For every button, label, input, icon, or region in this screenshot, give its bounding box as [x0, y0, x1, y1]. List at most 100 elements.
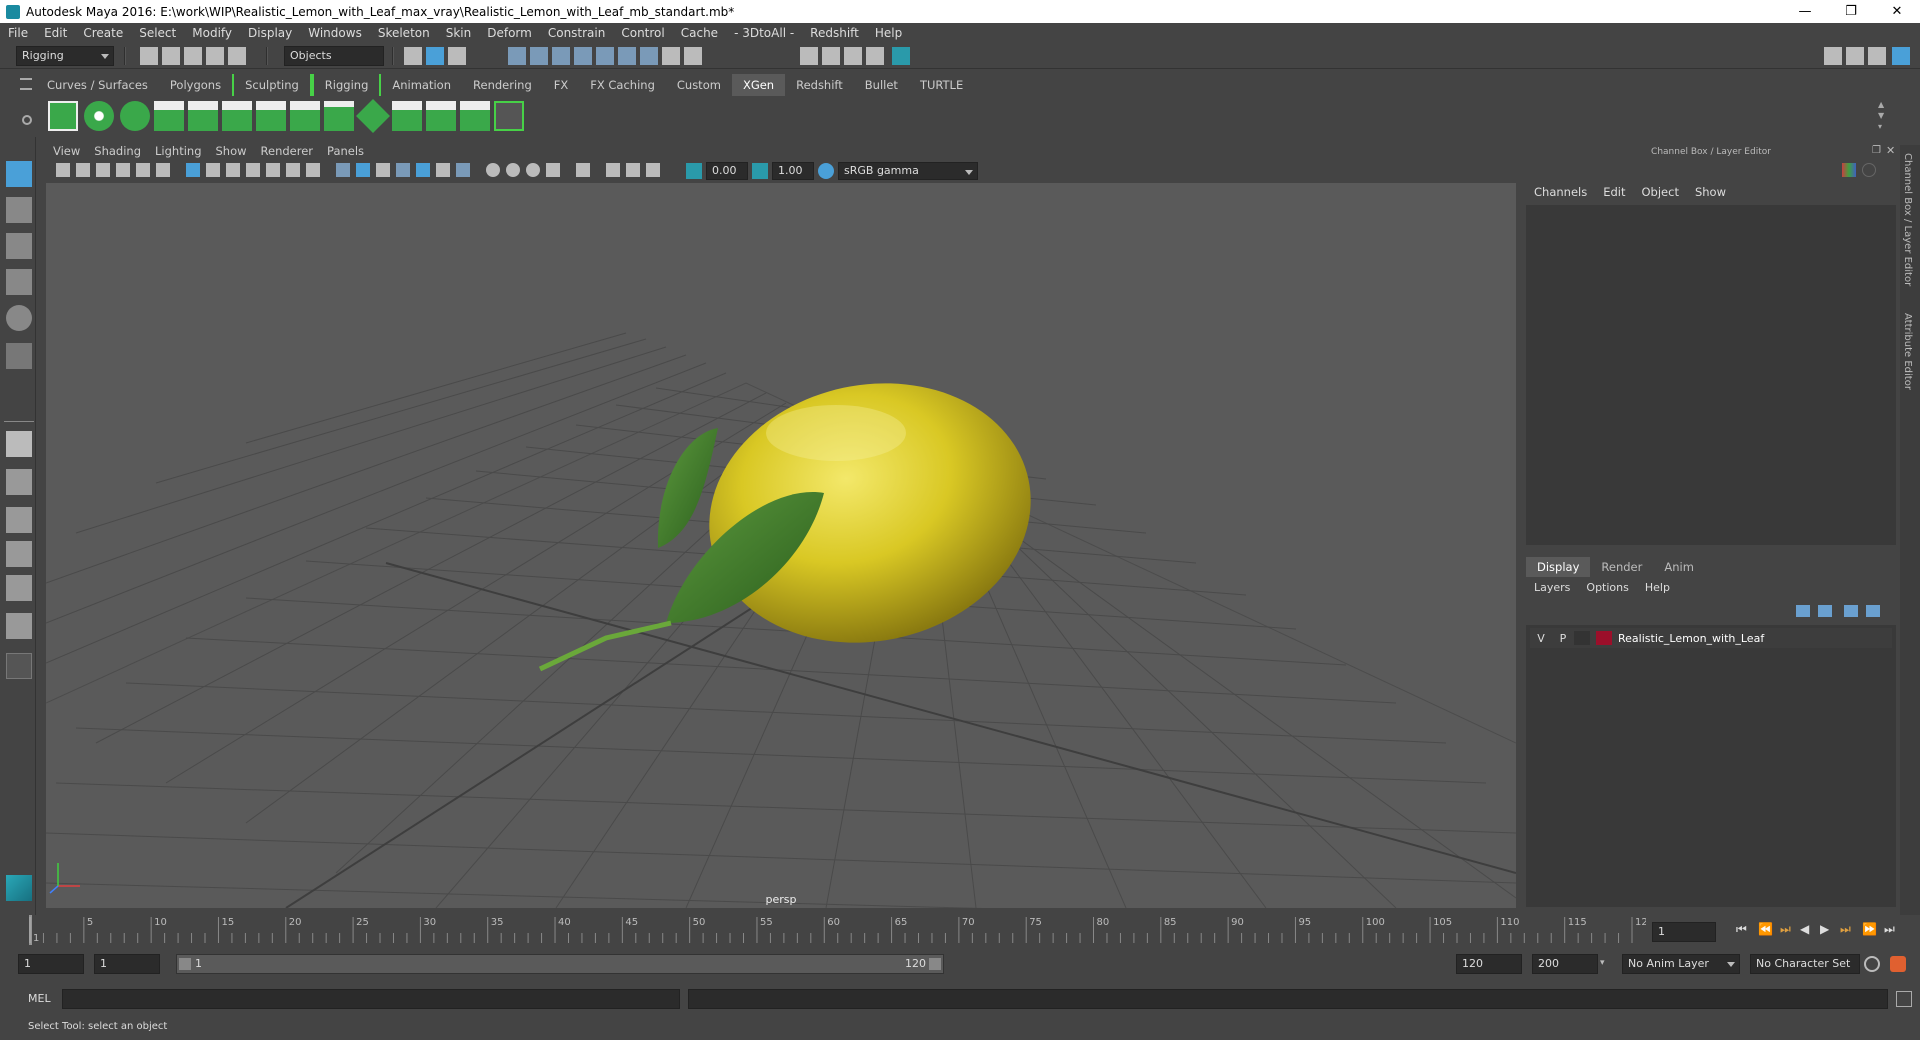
ipr-render-icon[interactable] [844, 47, 862, 65]
fan-icon[interactable] [460, 101, 490, 131]
layer-playback-toggle[interactable]: P [1552, 632, 1574, 645]
shelf-tab-turtle[interactable]: TURTLE [909, 74, 974, 96]
outliner-layout-icon[interactable] [6, 613, 32, 639]
time-slider[interactable]: 1 5 10 15 20 25 30 35 40 45 50 55 60 65 70 75 80 85 90 95 10… [26, 915, 1646, 945]
menu-set-dropdown[interactable]: Rigging [16, 46, 114, 66]
shelf-scroll-icon[interactable]: ▲ ▼ ▾ [1878, 99, 1888, 133]
menu-select[interactable]: Select [131, 26, 184, 40]
shelf-tab-rigging[interactable]: Rigging [311, 74, 382, 96]
move-tool-icon[interactable] [6, 269, 32, 295]
current-time-marker[interactable] [29, 915, 32, 945]
guide-to-curve-icon[interactable] [324, 101, 354, 131]
move-layer-up-icon[interactable] [1796, 605, 1810, 617]
restore-button[interactable]: ❐ [1828, 0, 1874, 23]
menu-cache[interactable]: Cache [673, 26, 726, 40]
menu-display[interactable]: Display [240, 26, 300, 40]
shelf-gear-icon[interactable] [22, 115, 32, 125]
more-layouts-icon[interactable] [6, 653, 32, 679]
xgen-preview-icon[interactable] [84, 101, 114, 131]
layer-visibility-toggle[interactable]: V [1530, 632, 1552, 645]
viewport-menu-shading[interactable]: Shading [87, 144, 148, 162]
animation-preferences-icon[interactable] [1890, 956, 1906, 972]
current-frame-field[interactable]: 1 [1652, 922, 1716, 942]
channel-box-area[interactable] [1526, 205, 1896, 545]
menu-modify[interactable]: Modify [184, 26, 240, 40]
layer-color-swatch[interactable] [1596, 631, 1612, 645]
attribute-editor-toggle-icon[interactable] [1846, 47, 1864, 65]
viewport-menu-lighting[interactable]: Lighting [148, 144, 208, 162]
menu-windows[interactable]: Windows [300, 26, 370, 40]
anti-aliasing-icon[interactable] [526, 163, 540, 177]
use-all-lights-icon[interactable] [416, 163, 430, 177]
motion-blur-icon[interactable] [506, 163, 520, 177]
playback-end-field[interactable]: 120 [1456, 954, 1522, 974]
new-scene-icon[interactable] [140, 47, 158, 65]
depth-of-field-icon[interactable] [546, 163, 560, 177]
shelf-tab-bullet[interactable]: Bullet [854, 74, 909, 96]
wireframe-on-shaded-icon[interactable] [376, 163, 390, 177]
shelf-tab-custom[interactable]: Custom [666, 74, 732, 96]
add-guide-icon[interactable] [154, 101, 184, 131]
close-icon[interactable]: ✕ [1886, 144, 1895, 157]
image-plane-icon[interactable] [116, 163, 130, 177]
modeling-toolkit-icon[interactable] [1824, 47, 1842, 65]
new-empty-layer-icon[interactable] [1844, 605, 1858, 617]
play-backwards-icon[interactable]: ◀ [1800, 922, 1809, 936]
bookmark-icon[interactable] [96, 163, 110, 177]
range-slider[interactable]: 1 120 [176, 954, 944, 974]
persp-graph-layout-icon[interactable] [6, 541, 32, 567]
snap-view-plane-icon[interactable] [574, 47, 592, 65]
minimize-button[interactable]: — [1782, 0, 1828, 23]
rotate-tool-icon[interactable] [6, 305, 32, 331]
gate-mask-icon[interactable] [246, 163, 260, 177]
tab-render[interactable]: Render [1590, 557, 1653, 577]
snap-grid-icon[interactable] [508, 47, 526, 65]
clump-icon[interactable] [426, 101, 456, 131]
snap-point-icon[interactable] [552, 47, 570, 65]
four-view-layout-icon[interactable] [6, 469, 32, 495]
viewport-menu-view[interactable]: View [46, 144, 87, 162]
add-guide-point-icon[interactable] [222, 101, 252, 131]
screen-space-ao-icon[interactable] [486, 163, 500, 177]
shelf-tab-sculpting[interactable]: Sculpting [232, 74, 312, 96]
hypershade-icon[interactable] [892, 47, 910, 65]
select-tool-icon[interactable] [6, 161, 32, 187]
menu-skeleton[interactable]: Skeleton [370, 26, 438, 40]
single-perspective-layout-icon[interactable] [6, 431, 32, 457]
scale-tool-icon[interactable] [6, 343, 32, 369]
render-current-icon[interactable] [822, 47, 840, 65]
gamma-field[interactable]: 1.00 [772, 162, 814, 180]
tab-attribute-editor[interactable]: Attribute Editor [1902, 313, 1913, 390]
go-to-end-icon[interactable]: ⏭ [1884, 922, 1895, 937]
snap-center-icon[interactable] [640, 47, 658, 65]
tab-anim[interactable]: Anim [1653, 557, 1705, 577]
menu-skin[interactable]: Skin [438, 26, 480, 40]
channel-box-menu-channels[interactable]: Channels [1526, 185, 1595, 199]
script-editor-icon[interactable] [1896, 991, 1912, 1007]
select-guide-icon[interactable] [188, 101, 218, 131]
shelf-tab-fx[interactable]: FX [543, 74, 580, 96]
lasso-tool-icon[interactable] [6, 197, 32, 223]
create-description-icon[interactable] [120, 101, 150, 131]
shelf-tab-xgen[interactable]: XGen [731, 74, 786, 96]
channel-box-settings-icon[interactable] [1862, 163, 1876, 177]
layer-menu-help[interactable]: Help [1637, 581, 1678, 594]
shelf-menu-icon[interactable] [20, 78, 32, 90]
menu-constrain[interactable]: Constrain [540, 26, 614, 40]
menu-help[interactable]: Help [867, 26, 910, 40]
channel-box-options-icon[interactable] [1842, 163, 1856, 177]
chevron-down-icon[interactable]: ▾ [1600, 958, 1610, 968]
open-scene-icon[interactable] [162, 47, 180, 65]
layer-row[interactable]: V P Realistic_Lemon_with_Leaf [1530, 628, 1892, 648]
playback-start-field[interactable]: 1 [94, 954, 160, 974]
auto-key-icon[interactable] [1864, 956, 1880, 972]
character-set-dropdown[interactable]: No Character Set [1750, 954, 1860, 974]
viewport-menu-show[interactable]: Show [209, 144, 254, 162]
shelf-tab-curves-surfaces[interactable]: Curves / Surfaces [36, 74, 159, 96]
tool-settings-toggle-icon[interactable] [1868, 47, 1886, 65]
select-hierarchy-icon[interactable] [404, 47, 422, 65]
animation-start-field[interactable]: 1 [18, 954, 84, 974]
safe-title-icon[interactable] [306, 163, 320, 177]
save-scene-icon[interactable] [184, 47, 202, 65]
xray-icon[interactable] [456, 163, 470, 177]
